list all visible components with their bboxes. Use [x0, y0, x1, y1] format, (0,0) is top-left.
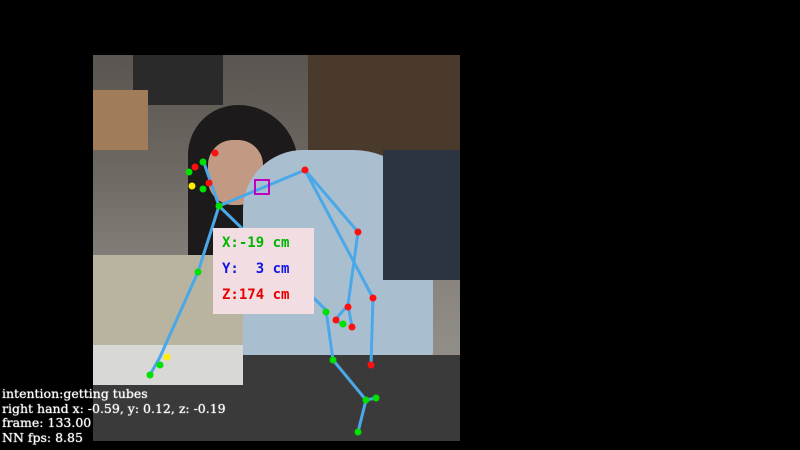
skeleton-bone — [369, 296, 375, 367]
dot-marker-icon — [354, 428, 362, 436]
dot-marker-icon — [329, 356, 337, 364]
skeleton-overlay — [146, 149, 380, 436]
dot-marker-icon — [211, 149, 219, 157]
intention-text: intention:getting tubes — [2, 386, 148, 401]
dot-marker-icon — [163, 353, 171, 361]
dot-marker-icon — [332, 316, 340, 324]
skeleton-bone — [324, 308, 335, 362]
right-hand-text: right hand x: -0.59, y: 0.12, z: -0.19 — [2, 400, 226, 416]
dot-marker-icon — [322, 308, 330, 316]
dot-marker-icon — [191, 163, 199, 171]
skeleton-bone — [331, 358, 368, 402]
skeleton-bone — [303, 168, 375, 300]
dot-marker-icon — [146, 371, 154, 379]
dot-marker-icon — [215, 202, 223, 210]
dot-marker-icon — [372, 394, 380, 402]
fps-text: NN fps: 8.85 — [2, 430, 83, 446]
z-coordinate: Z:174 cm — [222, 287, 290, 303]
dot-marker-icon — [188, 182, 196, 190]
dot-marker-icon — [301, 166, 309, 174]
frame-text: frame: 133.00 — [2, 415, 92, 431]
dot-marker-icon — [339, 320, 347, 328]
dot-marker-icon — [348, 323, 356, 331]
dot-marker-icon — [185, 168, 193, 176]
dot-marker-icon — [199, 158, 207, 166]
dot-marker-icon — [367, 361, 375, 369]
dot-marker-icon — [194, 268, 202, 276]
dot-marker-icon — [156, 361, 164, 369]
dot-marker-icon — [369, 294, 377, 302]
dot-marker-icon — [199, 185, 207, 193]
status-overlay: intention:getting tubes right hand x: -0… — [2, 386, 226, 446]
dot-marker-icon — [205, 179, 213, 187]
skeleton-bone — [158, 270, 200, 359]
coordinate-readout: X:-19 cm Y: 3 cm Z:174 cm — [213, 228, 314, 314]
video-frame: X:-19 cm Y: 3 cm Z:174 cm intention:gett… — [0, 0, 800, 450]
skeleton-bone — [356, 398, 368, 434]
dot-marker-icon — [362, 396, 370, 404]
dot-marker-icon — [344, 303, 352, 311]
y-coordinate: Y: 3 cm — [222, 261, 290, 277]
x-coordinate: X:-19 cm — [222, 235, 290, 251]
dot-marker-icon — [354, 228, 362, 236]
